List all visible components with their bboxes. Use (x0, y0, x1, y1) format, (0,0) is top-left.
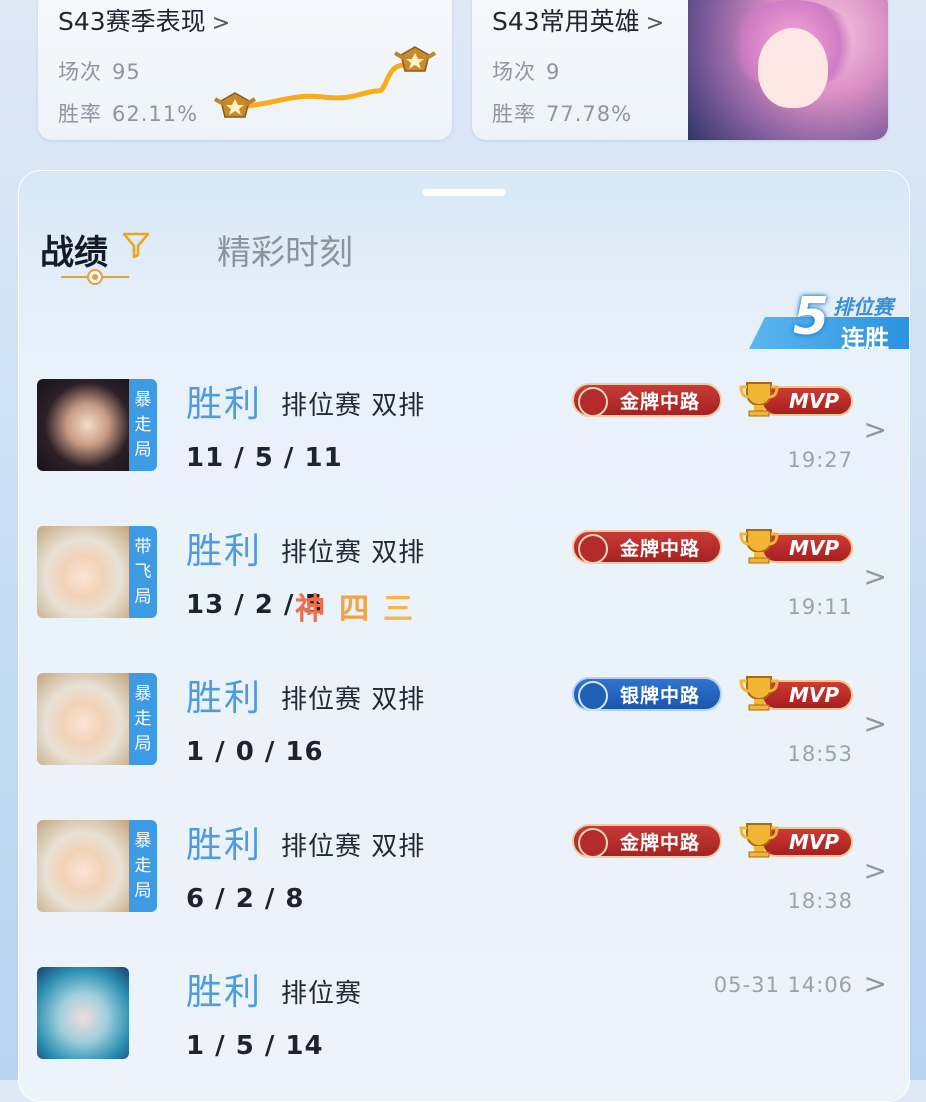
win-streak-banner: 5 排位赛 连胜 (737, 287, 909, 353)
rank-trend-chart (213, 46, 437, 118)
kill-tags: 神四三 (295, 584, 427, 628)
match-row[interactable]: 暴走局 胜利 排位赛 双排 6 / 2 / 8 金牌中路 MVP 18:38 > (19, 794, 909, 934)
lane-badge: 金牌中路 (572, 824, 722, 858)
match-mode: 排位赛 双排 (281, 538, 426, 568)
streak-count: 5 (792, 287, 829, 347)
match-kda: 11 / 5 / 11 (186, 443, 343, 473)
tab-highlights[interactable]: 精彩时刻 (217, 225, 353, 274)
season-performance-card[interactable]: S43赛季表现 > 场次 95 胜率 62.11% (38, 0, 452, 140)
match-history-panel: 战绩 精彩时刻 5 排位赛 连胜 暴走局 胜利 排位赛 双排 11 / 5 / … (18, 170, 910, 1102)
chevron-right-icon[interactable]: > (864, 854, 887, 887)
match-mode: 排位赛 双排 (281, 685, 426, 715)
chevron-right-icon[interactable]: > (864, 967, 887, 1000)
hero-avatar: 带飞局 (37, 526, 157, 618)
trophy-icon (739, 382, 779, 417)
mvp-badge: MVP (737, 823, 853, 858)
match-type-badge: 暴走局 (129, 673, 157, 765)
sword-icon (578, 828, 608, 858)
trophy-icon (739, 529, 779, 564)
triple-kill-tag: 三 (383, 592, 427, 627)
hero-win-rate: 胜率 77.78% (492, 102, 633, 126)
mvp-badge: MVP (737, 529, 853, 564)
common-heroes-title: S43常用英雄 > (492, 7, 665, 36)
chevron-right-icon[interactable]: > (864, 560, 887, 593)
match-result: 胜利 (186, 678, 263, 719)
match-row[interactable]: 胜利 排位赛 1 / 5 / 14 05-31 14:06 > (19, 941, 909, 1081)
match-row[interactable]: 带飞局 胜利 排位赛 双排 13 / 2 / 5 神四三 金牌中路 MVP 19… (19, 500, 909, 640)
match-mode: 排位赛 双排 (281, 391, 426, 421)
sword-icon (578, 681, 608, 711)
matches-count: 场次 95 (58, 60, 141, 84)
hero-avatar: 暴走局 (37, 820, 157, 912)
tab-indicator (61, 269, 129, 285)
trophy-icon (739, 823, 779, 858)
streak-mode: 排位赛 (833, 295, 893, 319)
hero-avatar: 暴走局 (37, 379, 157, 471)
match-type-badge: 暴走局 (129, 379, 157, 471)
match-time: 19:27 (787, 448, 853, 472)
streak-label: 连胜 (841, 325, 889, 353)
match-result: 胜利 (186, 384, 263, 425)
sword-icon (578, 534, 608, 564)
quadra-kill-tag: 四 (339, 592, 383, 627)
win-rate: 胜率 62.11% (58, 102, 199, 126)
chevron-right-icon[interactable]: > (864, 413, 887, 446)
match-type-badge: 暴走局 (129, 820, 157, 912)
match-time: 05-31 14:06 (713, 973, 853, 997)
match-result: 胜利 (186, 972, 263, 1013)
match-kda: 1 / 5 / 14 (186, 1031, 324, 1061)
drag-handle[interactable] (422, 189, 506, 196)
lane-badge: 金牌中路 (572, 530, 722, 564)
lane-badge: 银牌中路 (572, 677, 722, 711)
godlike-tag: 神 (295, 592, 339, 627)
lane-badge: 金牌中路 (572, 383, 722, 417)
hero-portrait (688, 0, 888, 140)
match-result: 胜利 (186, 825, 263, 866)
match-mode: 排位赛 双排 (281, 832, 426, 862)
filter-icon[interactable] (121, 229, 151, 259)
match-row[interactable]: 暴走局 胜利 排位赛 双排 11 / 5 / 11 金牌中路 MVP 19:27… (19, 353, 909, 493)
trophy-icon (739, 676, 779, 711)
match-time: 19:11 (787, 595, 853, 619)
hero-avatar (37, 967, 129, 1059)
chevron-right-icon: > (211, 11, 231, 36)
common-heroes-card[interactable]: S43常用英雄 > 场次 9 胜率 77.78% (472, 0, 888, 140)
sword-icon (578, 387, 608, 417)
match-time: 18:38 (787, 889, 853, 913)
chevron-right-icon: > (645, 11, 665, 36)
match-type-badge: 带飞局 (129, 526, 157, 618)
match-mode: 排位赛 (281, 979, 363, 1009)
hero-avatar: 暴走局 (37, 673, 157, 765)
mvp-badge: MVP (737, 676, 853, 711)
match-kda: 1 / 0 / 16 (186, 737, 324, 767)
match-kda: 6 / 2 / 8 (186, 884, 305, 914)
mvp-badge: MVP (737, 382, 853, 417)
match-row[interactable]: 暴走局 胜利 排位赛 双排 1 / 0 / 16 银牌中路 MVP 18:53 … (19, 647, 909, 787)
season-performance-title: S43赛季表现 > (58, 7, 231, 36)
match-result: 胜利 (186, 531, 263, 572)
chevron-right-icon[interactable]: > (864, 707, 887, 740)
match-time: 18:53 (787, 742, 853, 766)
hero-matches-count: 场次 9 (492, 60, 561, 84)
